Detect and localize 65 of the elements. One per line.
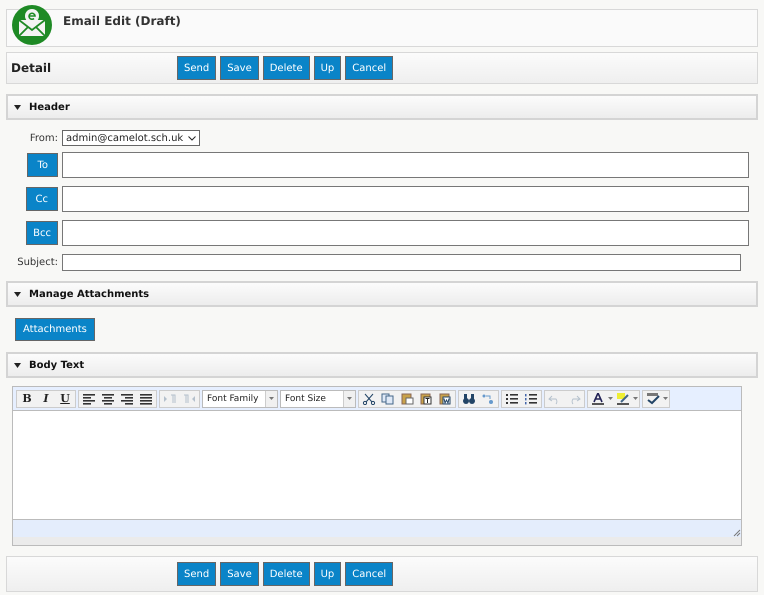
section-header[interactable]: Body Text [6, 352, 758, 378]
action-button[interactable]: Save [220, 562, 259, 586]
resize-grip-icon[interactable] [732, 528, 741, 537]
justify-icon [139, 392, 153, 404]
paste-word-icon [438, 392, 452, 404]
numbered-list-icon [524, 392, 538, 404]
align-center-icon [101, 392, 115, 404]
font-size-select[interactable]: Font Size [280, 390, 356, 408]
format-button[interactable]: B [18, 390, 36, 406]
paste-text-icon [419, 392, 433, 404]
format-button[interactable]: U [56, 390, 74, 406]
section-header[interactable]: Manage Attachments [6, 281, 758, 307]
text-color-icon [591, 392, 605, 404]
caret-icon [608, 397, 613, 400]
action-button[interactable]: Cancel [345, 562, 394, 586]
section-title: Body Text [29, 360, 84, 370]
recipient-button[interactable]: To [27, 153, 58, 177]
align-left-icon [82, 392, 96, 404]
action-button[interactable]: Send [177, 56, 216, 80]
action-button[interactable]: Up [314, 56, 342, 80]
action-button[interactable]: Save [220, 56, 259, 80]
from-label: From: [30, 132, 58, 144]
replace-icon [481, 392, 495, 404]
caret-icon [347, 397, 352, 400]
window-title: Email Edit (Draft) [63, 14, 181, 28]
recipient-field[interactable] [62, 220, 749, 246]
collapse-triangle-icon[interactable] [14, 104, 21, 110]
section-title: Manage Attachments [29, 288, 150, 300]
font-family-select[interactable]: Font Family [202, 390, 278, 408]
bulleted-list-icon [505, 392, 519, 404]
scissors-icon [362, 392, 376, 404]
copy-icon [381, 392, 395, 404]
section-header[interactable]: Header [6, 94, 758, 120]
paste-icon [400, 392, 414, 404]
indent-icon [163, 392, 177, 404]
binoculars-icon [462, 392, 476, 404]
collapse-triangle-icon[interactable] [14, 362, 21, 368]
subject-field[interactable] [62, 254, 741, 271]
recipient-field[interactable] [62, 186, 749, 212]
action-button[interactable]: Delete [262, 56, 310, 80]
spellcheck-button[interactable] [644, 390, 662, 406]
section-title: Header [29, 102, 70, 112]
chevron-down-icon [188, 136, 196, 140]
caret-icon [663, 397, 668, 400]
action-button[interactable]: Delete [262, 562, 310, 586]
text-color-button[interactable] [589, 390, 607, 406]
highlight-icon [616, 392, 630, 404]
action-button[interactable]: Cancel [345, 56, 394, 80]
align-right-icon [120, 392, 134, 404]
recipient-button[interactable]: Cc [26, 187, 58, 211]
format-button[interactable]: I [37, 390, 55, 406]
subject-label: Subject: [17, 257, 58, 268]
collapse-triangle-icon[interactable] [14, 292, 21, 296]
spellcheck-icon [646, 392, 660, 404]
action-button[interactable]: Up [314, 562, 342, 586]
recipient-button[interactable]: Bcc [26, 221, 58, 245]
caret-icon [269, 397, 274, 400]
from-select[interactable]: admin@camelot.sch.uk [62, 130, 200, 146]
caret-icon [633, 397, 638, 400]
recipient-field[interactable] [62, 152, 749, 178]
attachments-button[interactable]: Attachments [15, 318, 95, 341]
highlight-button[interactable] [614, 390, 632, 406]
detail-label: Detail [10, 61, 52, 75]
outdent-icon [182, 392, 196, 404]
action-button[interactable]: Send [177, 562, 216, 586]
